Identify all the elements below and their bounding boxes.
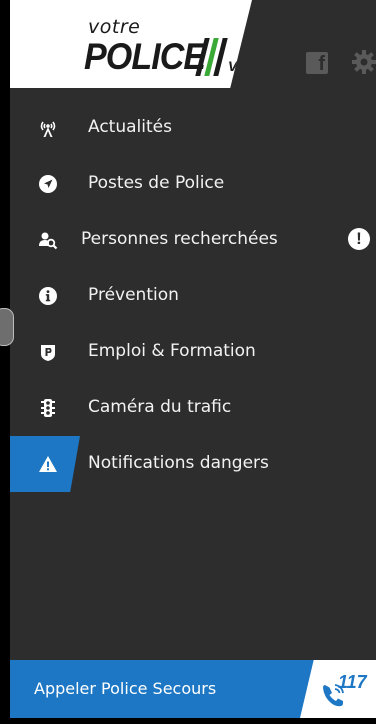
logo-vd-text: VD bbox=[228, 58, 248, 74]
menu-item-personnes-recherchees[interactable]: Personnes recherchées ! bbox=[10, 212, 376, 268]
navigation-icon bbox=[39, 175, 57, 193]
warning-icon bbox=[39, 456, 57, 472]
emergency-call-button[interactable]: 117 bbox=[300, 660, 376, 718]
menu-item-postes-de-police[interactable]: Postes de Police bbox=[10, 156, 376, 212]
antenna-icon bbox=[40, 121, 56, 137]
menu-label-prevention: Prévention bbox=[88, 285, 179, 305]
menu-item-prevention[interactable]: Prévention bbox=[10, 268, 376, 324]
gear-icon[interactable] bbox=[350, 48, 376, 76]
info-icon bbox=[39, 287, 57, 305]
menu-item-actualites[interactable]: Actualités bbox=[10, 100, 376, 156]
menu-label-camera-du-trafic: Caméra du trafic bbox=[88, 397, 232, 417]
logo-police-text: POLICE bbox=[84, 36, 206, 77]
menu-list: Actualités Postes de Police Personnes re… bbox=[10, 100, 376, 492]
menu-label-postes-de-police: Postes de Police bbox=[88, 173, 225, 193]
drawer-handle[interactable] bbox=[0, 308, 14, 346]
navigation-drawer: votre POLICE VD f Actualités Postes de P… bbox=[10, 0, 376, 724]
bottom-edge bbox=[10, 718, 376, 724]
menu-item-emploi-formation[interactable]: Emploi & Formation bbox=[10, 324, 376, 380]
facebook-icon[interactable]: f bbox=[306, 52, 328, 75]
police-badge-icon bbox=[41, 345, 55, 361]
underlying-content-edge bbox=[0, 0, 10, 724]
menu-label-personnes-recherchees: Personnes recherchées bbox=[81, 229, 278, 249]
person-search-icon bbox=[39, 232, 58, 250]
traffic-light-icon bbox=[41, 399, 55, 417]
alert-badge: ! bbox=[348, 228, 370, 250]
menu-label-actualites: Actualités bbox=[88, 117, 172, 137]
logo: votre POLICE VD bbox=[10, 0, 252, 88]
logo-votre-text: votre bbox=[88, 16, 141, 38]
menu-label-emploi-formation: Emploi & Formation bbox=[88, 341, 256, 361]
emergency-call-bar[interactable]: Appeler Police Secours 117 bbox=[10, 660, 376, 718]
app-screen: votre POLICE VD f Actualités Postes de P… bbox=[0, 0, 376, 724]
menu-item-notifications-dangers[interactable]: Notifications dangers bbox=[10, 436, 376, 492]
emergency-call-label: Appeler Police Secours bbox=[34, 679, 217, 698]
menu-label-notifications-dangers: Notifications dangers bbox=[88, 453, 269, 473]
drawer-header: votre POLICE VD f bbox=[10, 0, 376, 88]
menu-item-camera-du-trafic[interactable]: Caméra du trafic bbox=[10, 380, 376, 436]
emergency-number: 117 bbox=[338, 672, 367, 692]
